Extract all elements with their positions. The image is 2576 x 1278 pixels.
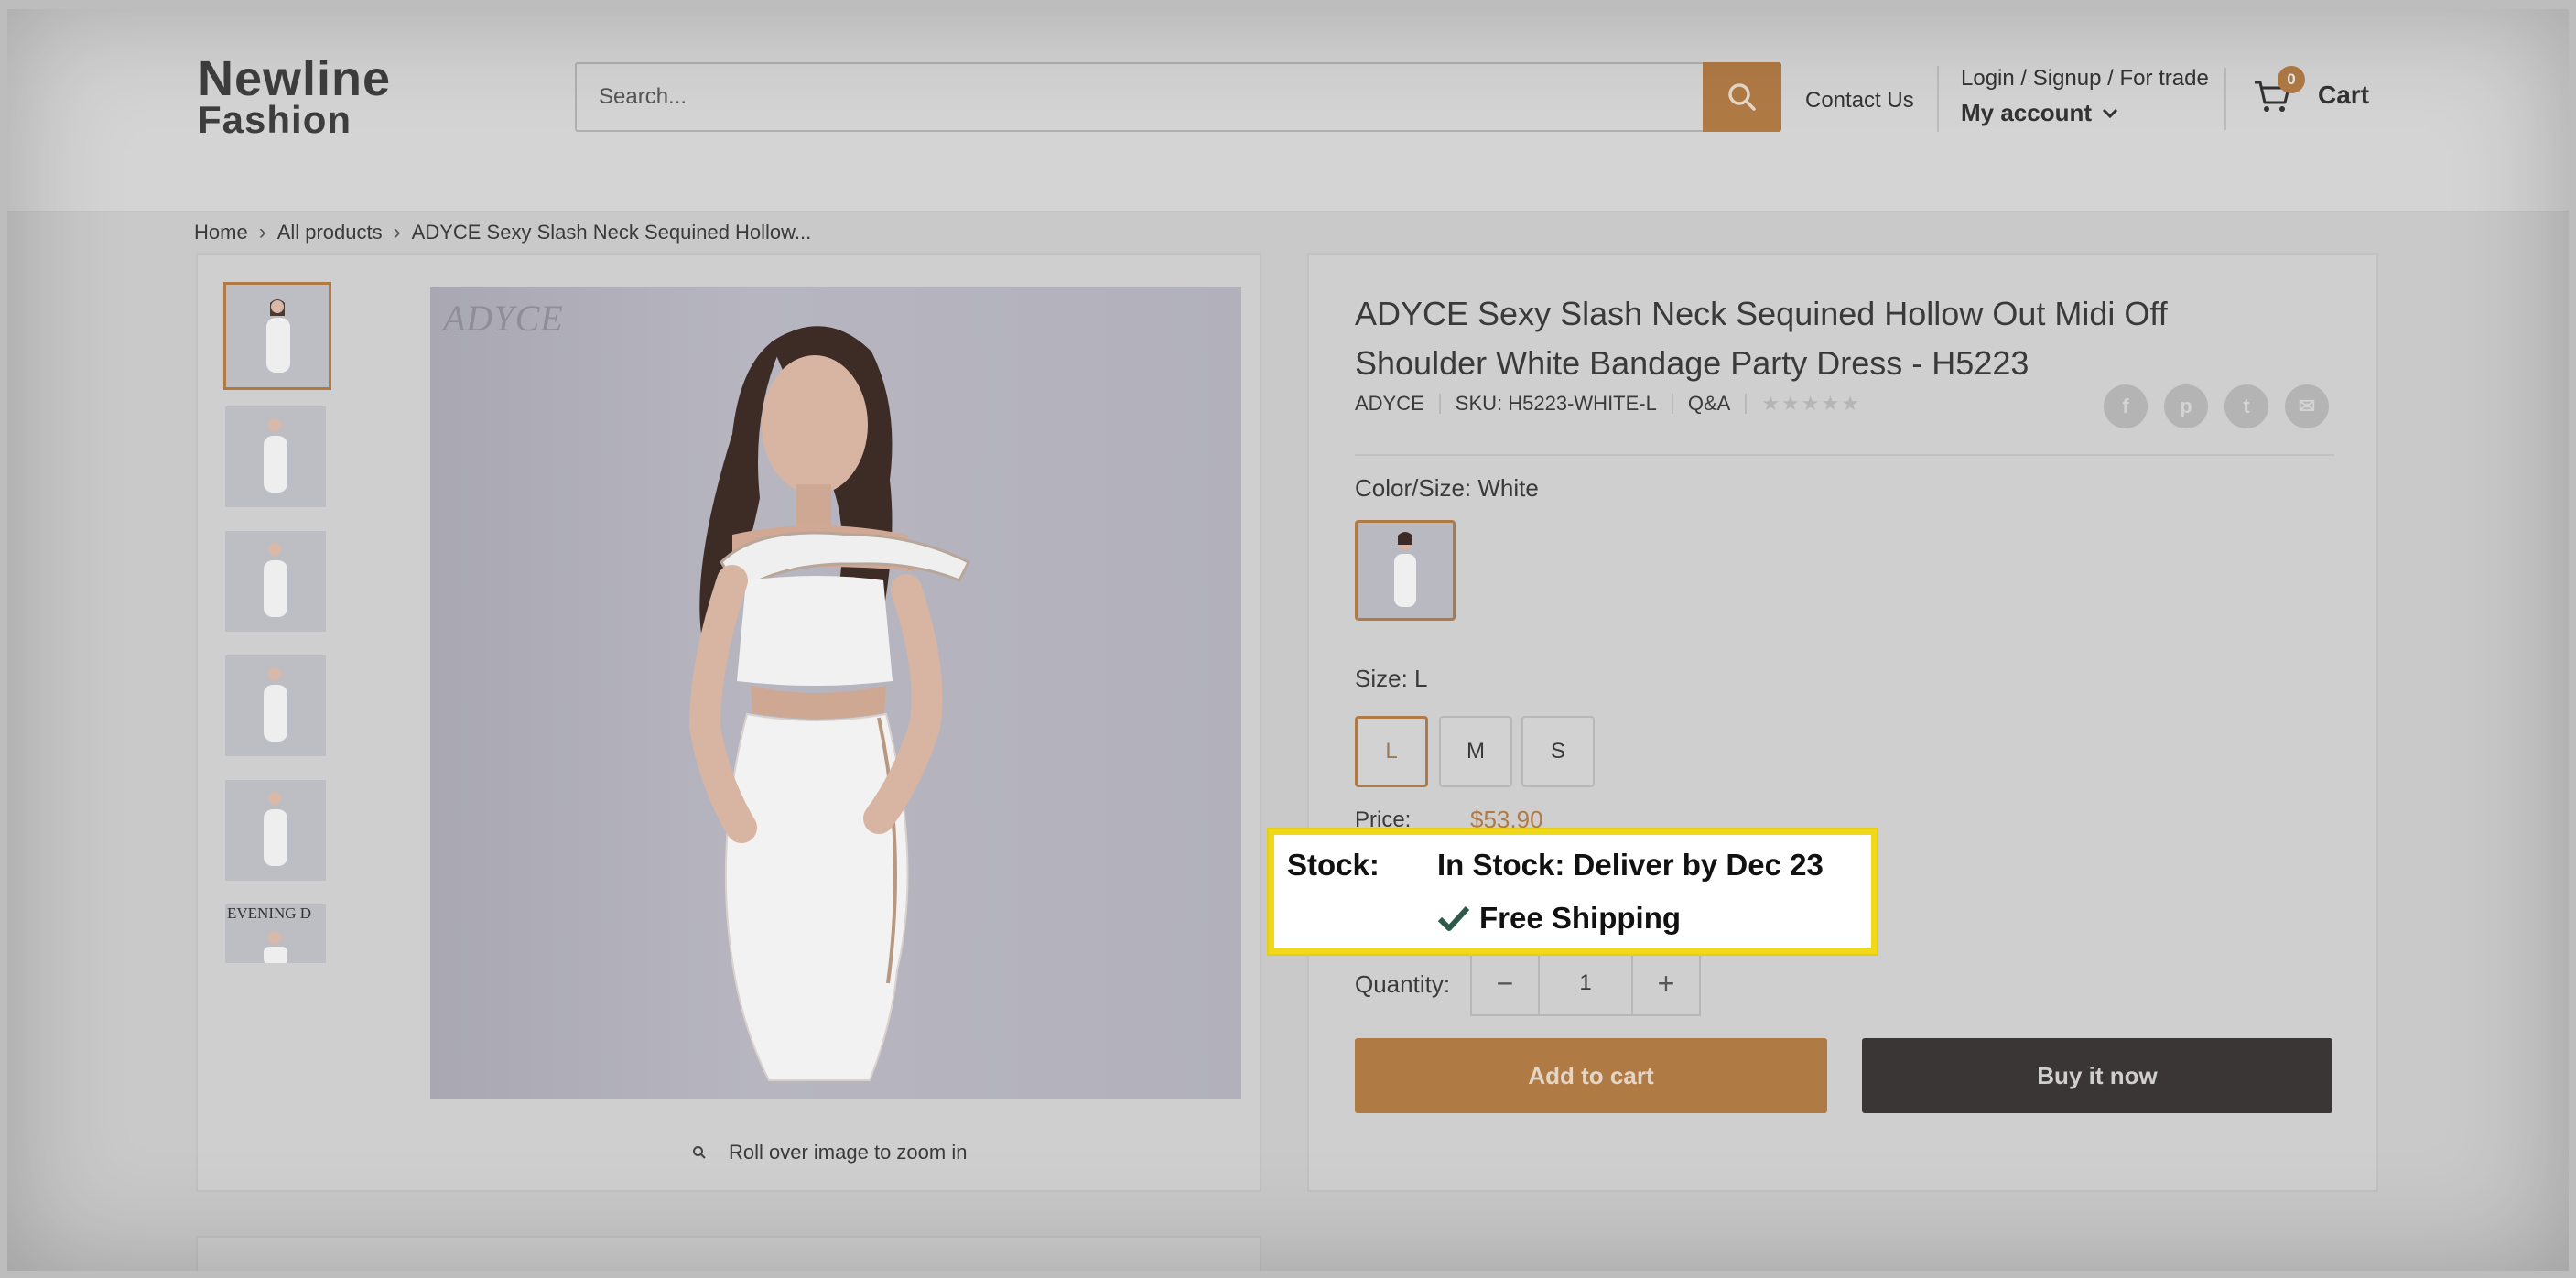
header-divider <box>1937 66 1939 132</box>
email-icon: ✉ <box>2298 395 2316 417</box>
gallery-thumbnail[interactable] <box>225 655 326 756</box>
size-button-s[interactable]: S <box>1521 716 1595 787</box>
email-share-button[interactable]: ✉ <box>2285 384 2329 428</box>
zoom-hint-text: Roll over image to zoom in <box>729 1141 968 1164</box>
image-brand-watermark: ADYCE <box>443 298 564 339</box>
quantity-label: Quantity: <box>1355 970 1451 998</box>
logo-line-2: Fashion <box>198 97 352 141</box>
size-value: L <box>1414 665 1428 692</box>
gallery-thumbnail[interactable] <box>225 780 326 881</box>
add-to-cart-button[interactable]: Add to cart <box>1355 1038 1827 1113</box>
search-bar <box>575 62 1781 132</box>
color-swatch-white[interactable] <box>1355 520 1456 621</box>
search-icon <box>1728 83 1756 111</box>
breadcrumb-current: ADYCE Sexy Slash Neck Sequined Hollow... <box>411 221 812 244</box>
chevron-right-icon: › <box>258 220 266 244</box>
cart-link[interactable]: 0 Cart <box>2252 66 2370 115</box>
product-info-panel: ADYCE Sexy Slash Neck Sequined Hollow Ou… <box>1307 253 2378 1192</box>
product-vendor[interactable]: ADYCE <box>1355 392 1424 416</box>
color-value: White <box>1477 474 1539 502</box>
chevron-down-icon <box>2102 108 2118 118</box>
chevron-right-icon: › <box>393 220 401 244</box>
pinterest-share-button[interactable]: p <box>2164 384 2208 428</box>
meta-divider <box>1671 394 1673 414</box>
twitter-share-button[interactable]: t <box>2224 384 2268 428</box>
stock-callout: Stock: In Stock: Deliver by Dec 23 Free … <box>1269 829 1877 954</box>
twitter-icon: t <box>2243 395 2250 417</box>
thumbnail-caption: EVENING D <box>227 904 312 922</box>
product-title: ADYCE Sexy Slash Neck Sequined Hollow Ou… <box>1355 295 2168 382</box>
checkmark-icon <box>1437 905 1470 931</box>
breadcrumb: Home › All products › ADYCE Sexy Slash N… <box>194 220 811 245</box>
site-logo[interactable]: Newline Fashion <box>198 51 392 141</box>
color-option-label: Color/Size: White <box>1355 474 1539 503</box>
gallery-thumbnail[interactable] <box>225 531 326 632</box>
my-account-dropdown[interactable]: My account <box>1961 99 2119 127</box>
product-gallery: EVENING D ADYCE Roll over image to zoom … <box>196 253 1261 1192</box>
quantity-input[interactable]: 1 <box>1538 952 1633 1014</box>
gallery-thumbnail[interactable] <box>225 406 326 507</box>
description-card <box>196 1236 1261 1271</box>
product-meta: ADYCE SKU: H5223-WHITE-L Q&A ★★★★★ <box>1355 392 1861 416</box>
zoom-hint: Roll over image to zoom in <box>692 1141 967 1164</box>
size-button-m[interactable]: M <box>1439 716 1512 787</box>
facebook-icon: f <box>2122 395 2129 417</box>
cart-label: Cart <box>2318 81 2370 109</box>
my-account-label: My account <box>1961 99 2093 126</box>
buy-it-now-button[interactable]: Buy it now <box>1862 1038 2332 1113</box>
size-label: Size: <box>1355 665 1408 692</box>
gallery-thumbnail[interactable] <box>223 282 331 390</box>
cart-icon: 0 <box>2252 66 2305 115</box>
product-sku: SKU: H5223-WHITE-L <box>1455 392 1657 415</box>
free-shipping-note: Free Shipping <box>1437 901 1681 936</box>
cart-count-badge: 0 <box>2278 66 2305 93</box>
model-illustration <box>688 326 971 1081</box>
qa-link[interactable]: Q&A <box>1688 392 1730 416</box>
magnifier-icon <box>693 1146 706 1159</box>
size-button-l[interactable]: L <box>1355 716 1428 787</box>
stock-label: Stock: <box>1287 848 1380 882</box>
site-header: Newline Fashion Contact Us Login / Signu… <box>7 9 2569 212</box>
search-input[interactable] <box>577 64 1706 130</box>
logo-line-1: Newline <box>198 51 392 106</box>
color-label: Color/Size: <box>1355 474 1472 502</box>
contact-us-link[interactable]: Contact Us <box>1805 88 1914 114</box>
header-divider <box>2224 68 2226 130</box>
pinterest-icon: p <box>2180 395 2192 417</box>
divider <box>1355 454 2334 456</box>
star-rating-icon[interactable]: ★★★★★ <box>1761 392 1861 416</box>
share-buttons: f p t ✉ <box>2104 384 2329 428</box>
main-product-image[interactable]: ADYCE <box>430 287 1241 1099</box>
search-button[interactable] <box>1703 62 1781 132</box>
meta-divider <box>1745 394 1748 414</box>
facebook-share-button[interactable]: f <box>2104 384 2148 428</box>
meta-divider <box>1438 394 1441 414</box>
account-login-link[interactable]: Login / Signup / For trade <box>1961 66 2209 92</box>
size-option-label: Size: L <box>1355 665 1428 693</box>
breadcrumb-all-products[interactable]: All products <box>277 221 383 244</box>
browser-viewport: Newline Fashion Contact Us Login / Signu… <box>7 9 2569 1271</box>
breadcrumb-home[interactable]: Home <box>194 221 248 244</box>
stock-status: In Stock: Deliver by Dec 23 <box>1437 848 1824 882</box>
quantity-increase-button[interactable]: + <box>1633 952 1699 1014</box>
quantity-decrease-button[interactable]: − <box>1472 952 1538 1014</box>
gallery-thumbnail[interactable]: EVENING D <box>225 904 326 963</box>
free-shipping-text: Free Shipping <box>1479 901 1682 935</box>
quantity-stepper: − 1 + <box>1470 950 1701 1016</box>
